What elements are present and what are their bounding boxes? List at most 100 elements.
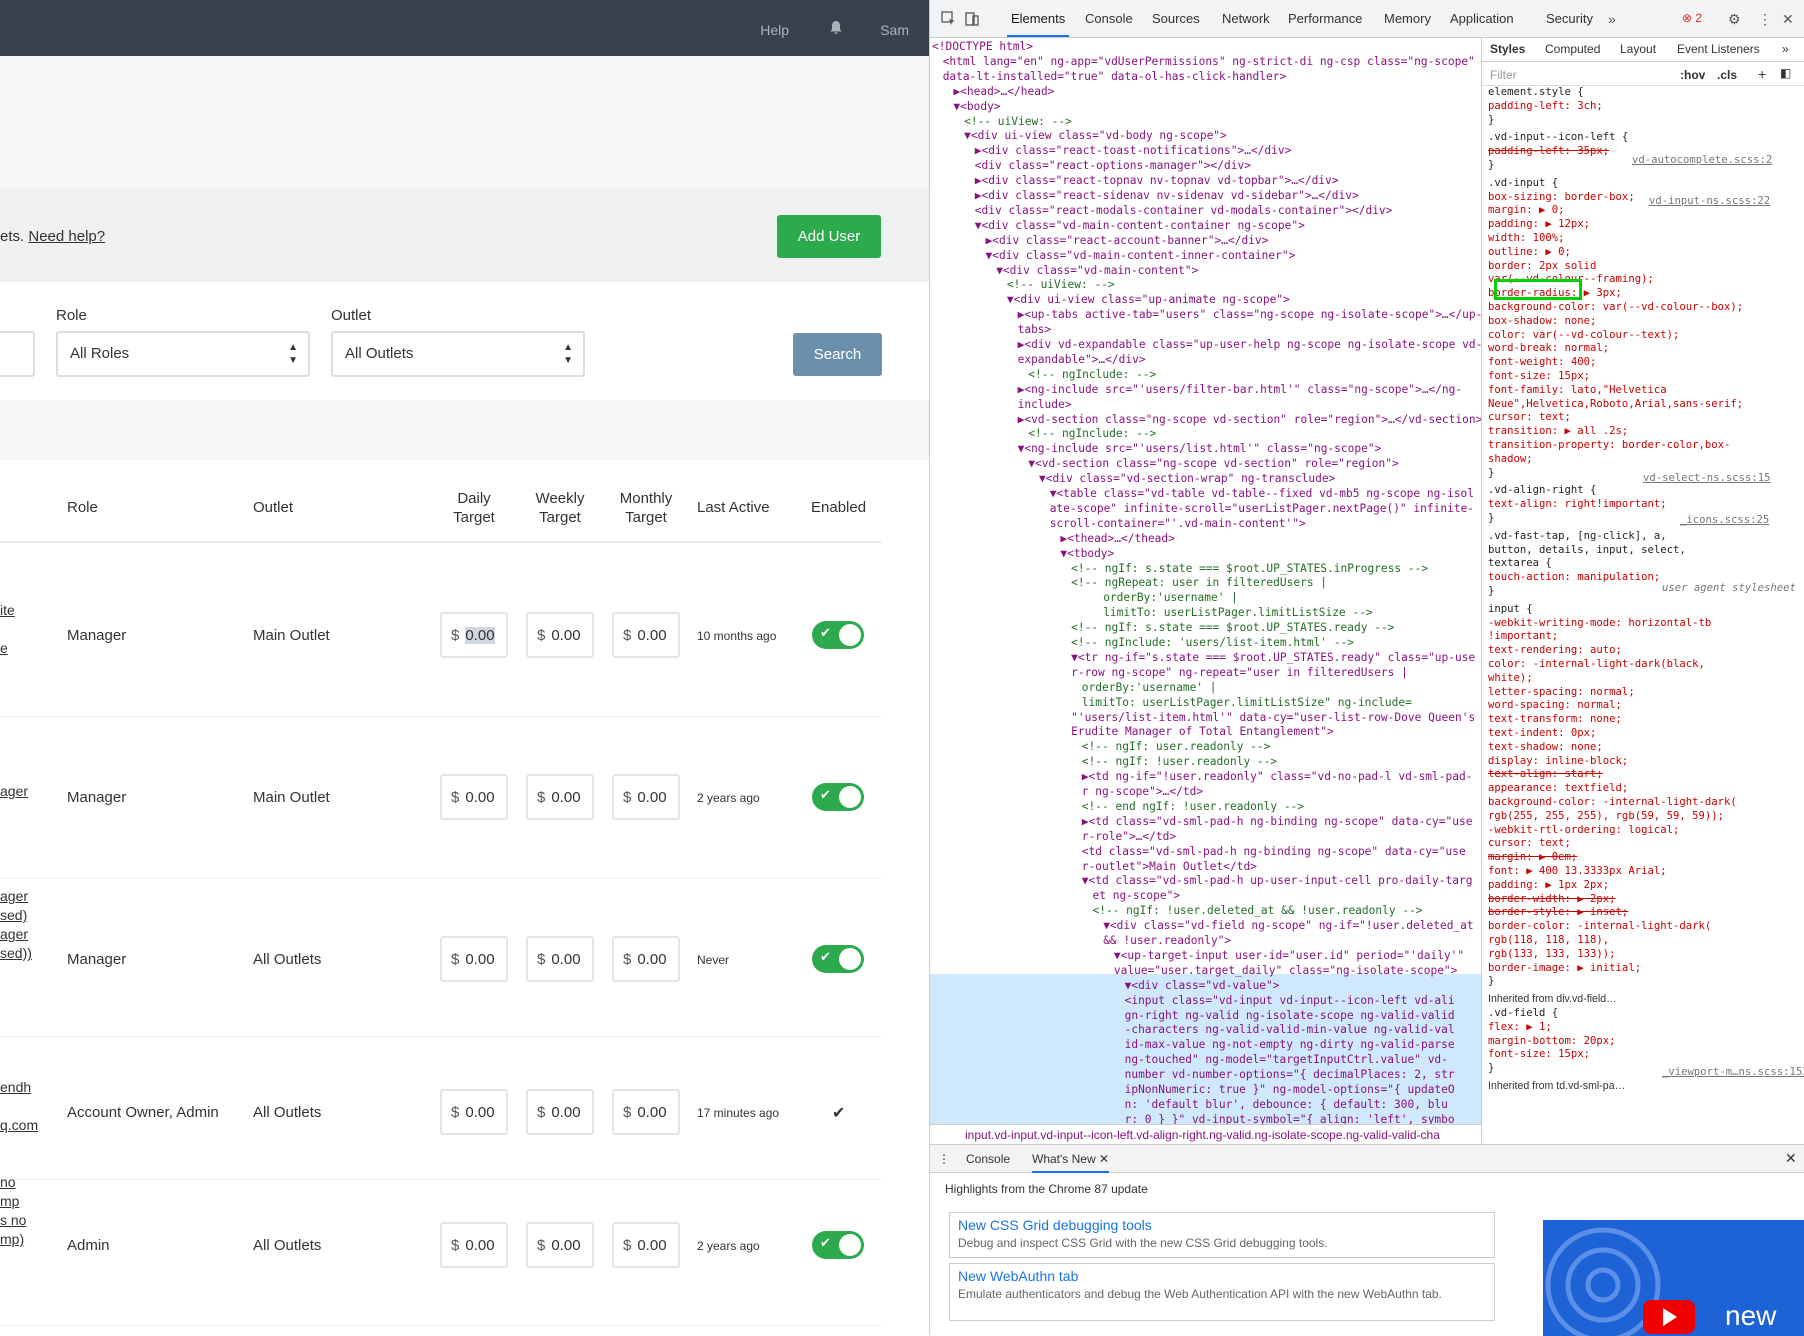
dom-node-line[interactable]: <div class="react-modals-container vd-mo… [975,204,1393,219]
style-rule-line[interactable]: } [1488,975,1494,989]
header-weekly-target[interactable]: Weekly Target [526,489,594,527]
monthly-target-input[interactable]: $0.00 [612,936,680,982]
dom-node-line[interactable]: include> [1018,398,1072,413]
tab-network[interactable]: Network [1222,11,1270,26]
user-name-link[interactable]: ite [0,601,15,620]
dom-node-line[interactable]: <input class="vd-input vd-input--icon-le… [1125,994,1455,1009]
dom-node-line[interactable]: <div class="react-options-manager"></div… [975,159,1251,174]
header-monthly-target[interactable]: Monthly Target [612,489,680,527]
settings-gear-icon[interactable]: ⚙ [1728,11,1741,28]
dom-node-line[interactable]: <html lang="en" ng-app="vdUserPermission… [943,55,1475,70]
kebab-menu-icon[interactable]: ⋮ [1758,11,1772,28]
style-rule-line[interactable]: transition-property: border-color,box- [1488,439,1730,453]
style-rule-line[interactable]: .vd-fast-tap, [ng-click], a, [1488,530,1667,544]
sidebar-tab-computed[interactable]: Computed [1545,42,1600,56]
tab-sources[interactable]: Sources [1152,11,1200,26]
user-name-link[interactable]: sed) [0,906,27,925]
dom-node-line[interactable]: <!-- ngIf: user.readonly --> [1082,740,1271,755]
dom-node-line[interactable]: ▼<ng-include src="'users/list.html'" cla… [1018,442,1382,457]
name-filter-input[interactable] [0,331,35,377]
style-rule-line[interactable]: word-break: normal; [1488,342,1609,356]
user-name-link[interactable]: sed)) [0,944,32,963]
style-rule-line[interactable]: font-size: 15px; [1488,370,1590,384]
new-rule-icon[interactable]: + [1758,66,1766,82]
style-rule-line[interactable]: margin: ▶ 0; [1488,204,1565,218]
dom-node-line[interactable]: id-max-value ng-not-empty ng-dirty ng-va… [1125,1038,1455,1053]
card-title[interactable]: New CSS Grid debugging tools [958,1217,1486,1233]
style-rule-line[interactable]: font-size: 15px; [1488,1048,1590,1062]
dom-node-line[interactable]: <!-- ngInclude: --> [1028,427,1156,442]
drawer-tab-console[interactable]: Console [966,1152,1010,1166]
error-badge[interactable]: ⊗ 2 [1682,11,1702,25]
dom-node-line[interactable]: ▶<thead>…</thead> [1060,532,1175,547]
dom-node-line[interactable]: orderBy:'username' | [1082,681,1217,696]
monthly-target-input[interactable]: $0.00 [612,1222,680,1268]
dom-node-line[interactable]: ▼<up-target-input user-id="user.id" peri… [1114,949,1464,964]
weekly-target-input[interactable]: $0.00 [526,1222,594,1268]
rule-source-link[interactable]: _icons.scss:25 [1680,514,1769,528]
style-rule-line[interactable]: font-weight: 400; [1488,356,1596,370]
style-rule-line[interactable]: text-transform: none; [1488,713,1622,727]
sidebar-tab-event-listeners[interactable]: Event Listeners [1677,42,1760,56]
hov-toggle[interactable]: :hov [1680,68,1705,82]
dom-node-line[interactable]: ▶<vd-section class="ng-scope vd-section"… [1018,413,1481,428]
elements-tree[interactable]: <!DOCTYPE html> <html lang="en" ng-app="v… [930,38,1481,1124]
dom-node-line[interactable]: <!-- ngIf: s.state === $root.UP_STATES.r… [1071,621,1394,636]
style-rule-line[interactable]: Inherited from td.vd-sml-pa… [1488,1080,1625,1094]
dom-node-line[interactable]: ▼<div class="vd-main-content-container n… [975,219,1305,234]
style-rule-line[interactable]: textarea { [1488,557,1552,571]
role-select[interactable]: All Roles ▲ ▼ [56,331,310,377]
dom-node-line[interactable]: orderBy:'username' | [1103,591,1238,606]
close-drawer-icon[interactable]: ✕ [1785,1150,1797,1167]
style-rule-line[interactable]: box-sizing: border-box; [1488,191,1635,205]
style-rule-line[interactable]: !important; [1488,630,1558,644]
user-menu[interactable]: Sam [880,22,909,38]
user-name-link[interactable]: ager [0,782,28,801]
dom-node-line[interactable]: value="user.target_daily" class="ng-isol… [1114,964,1458,979]
close-devtools-icon[interactable]: ✕ [1782,11,1794,28]
dom-node-line[interactable]: ▼<table class="vd-table vd-table--fixed … [1050,487,1474,502]
need-help-link[interactable]: Need help? [28,228,105,245]
dom-node-line[interactable]: r-row ng-scope" ng-repeat="user in filte… [1071,666,1408,681]
header-daily-target[interactable]: Daily Target [440,489,508,527]
style-rule-line[interactable]: font-family: lato,"Helvetica [1488,384,1667,398]
dom-node-line[interactable]: limitTo: userListPager.limitListSize --> [1103,606,1372,621]
dom-node-line[interactable]: ipNonNumeric: true }" ng-model-options="… [1125,1083,1455,1098]
tab-security[interactable]: Security [1546,11,1593,26]
dom-node-line[interactable]: ▼<div class="vd-value"> [1125,979,1280,994]
user-name-link[interactable]: ager [0,925,28,944]
style-rule-line[interactable]: padding: ▶ 1px 2px; [1488,879,1609,893]
more-sidebar-tabs-icon[interactable]: » [1782,42,1789,56]
style-rule-line[interactable]: Neue",Helvetica,Roboto,Arial,sans-serif; [1488,398,1743,412]
style-rule-line[interactable]: rgb(133, 133, 133)); [1488,948,1616,962]
style-rule-line[interactable]: element.style { [1488,86,1584,100]
user-name-link[interactable]: mp) [0,1230,24,1249]
dom-node-line[interactable]: ▶<div class="react-sidenav nv-sidenav vd… [975,189,1359,204]
style-rule-line[interactable]: display: inline-block; [1488,755,1628,769]
dom-node-line[interactable]: -characters ng-valid-valid-min-value ng-… [1125,1023,1455,1038]
card-title[interactable]: New WebAuthn tab [958,1268,1486,1284]
tab-application[interactable]: Application [1450,11,1514,26]
weekly-target-input[interactable]: $0.00 [526,612,594,658]
dom-node-line[interactable]: <!-- uiView: --> [964,115,1072,130]
search-button[interactable]: Search [793,333,882,376]
style-rule-line[interactable]: touch-action: manipulation; [1488,571,1660,585]
whats-new-card[interactable]: New WebAuthn tab Emulate authenticators … [949,1263,1495,1321]
daily-target-input[interactable]: $0.00 [440,936,508,982]
dom-node-line[interactable]: <!-- uiView: --> [1007,278,1115,293]
drawer-menu-icon[interactable]: ⋮ [938,1152,950,1166]
inspect-element-icon[interactable] [941,11,957,27]
style-rule-line[interactable]: color: var(--vd-colour--text); [1488,329,1679,343]
dom-node-line[interactable]: ▶<ng-include src="'users/filter-bar.html… [1018,383,1463,398]
tab-console[interactable]: Console [1085,11,1133,26]
dom-node-line[interactable]: number vd-number-options="{ decimalPlace… [1125,1068,1455,1083]
tab-performance[interactable]: Performance [1288,11,1362,26]
style-rule-line[interactable]: text-indent: 0px; [1488,727,1596,741]
dom-node-line[interactable]: <!-- ngIf: !user.deleted_at && !user.rea… [1093,904,1423,919]
style-rule-line[interactable]: .vd-input { [1488,177,1558,191]
dom-node-line[interactable]: data-lt-installed="true" data-ol-has-cli… [943,70,1287,85]
rule-source-link[interactable]: vd-select-ns.scss:15 [1643,472,1771,486]
dom-node-line[interactable]: <td class="vd-sml-pad-h ng-binding ng-sc… [1082,845,1466,860]
dom-node-line[interactable]: r-role">…</td> [1082,830,1176,845]
dom-node-line[interactable]: ▼<div class="vd-main-content-inner-conta… [986,249,1296,264]
